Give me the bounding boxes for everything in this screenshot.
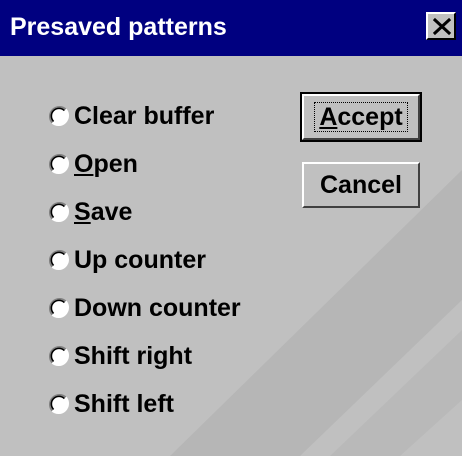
pattern-radio-group: Clear buffer Open Save Up counter Down c… xyxy=(48,92,241,428)
accept-button-face: Accept xyxy=(302,94,420,140)
option-label: Shift left xyxy=(74,390,174,418)
option-label: Down counter xyxy=(74,294,241,322)
radio-option-clear-buffer[interactable]: Clear buffer xyxy=(48,92,241,140)
cancel-button[interactable]: Cancel xyxy=(302,162,420,208)
option-label: Up counter xyxy=(74,246,206,274)
option-label: Save xyxy=(74,198,133,226)
radio-option-shift-right[interactable]: Shift right xyxy=(48,332,241,380)
radio-option-open[interactable]: Open xyxy=(48,140,241,188)
close-button[interactable] xyxy=(426,12,456,40)
radio-button-icon[interactable] xyxy=(48,393,70,415)
accept-button-label: Accept xyxy=(314,102,408,132)
option-label: Shift right xyxy=(74,342,193,370)
accept-button[interactable]: Accept xyxy=(300,92,422,142)
presaved-patterns-dialog: Presaved patterns Clear buffer Open Save… xyxy=(0,0,462,456)
radio-button-icon[interactable] xyxy=(48,201,70,223)
radio-button-icon[interactable] xyxy=(48,153,70,175)
cancel-button-label: Cancel xyxy=(320,171,402,199)
radio-button-icon[interactable] xyxy=(48,297,70,319)
radio-option-down-counter[interactable]: Down counter xyxy=(48,284,241,332)
window-title: Presaved patterns xyxy=(10,13,227,41)
close-icon xyxy=(433,18,451,35)
radio-option-shift-left[interactable]: Shift left xyxy=(48,380,241,428)
radio-button-icon[interactable] xyxy=(48,105,70,127)
radio-option-up-counter[interactable]: Up counter xyxy=(48,236,241,284)
radio-option-save[interactable]: Save xyxy=(48,188,241,236)
title-bar[interactable]: Presaved patterns xyxy=(0,0,462,56)
option-label: Clear buffer xyxy=(74,102,215,130)
radio-button-icon[interactable] xyxy=(48,249,70,271)
radio-button-icon[interactable] xyxy=(48,345,70,367)
option-label: Open xyxy=(74,150,138,178)
